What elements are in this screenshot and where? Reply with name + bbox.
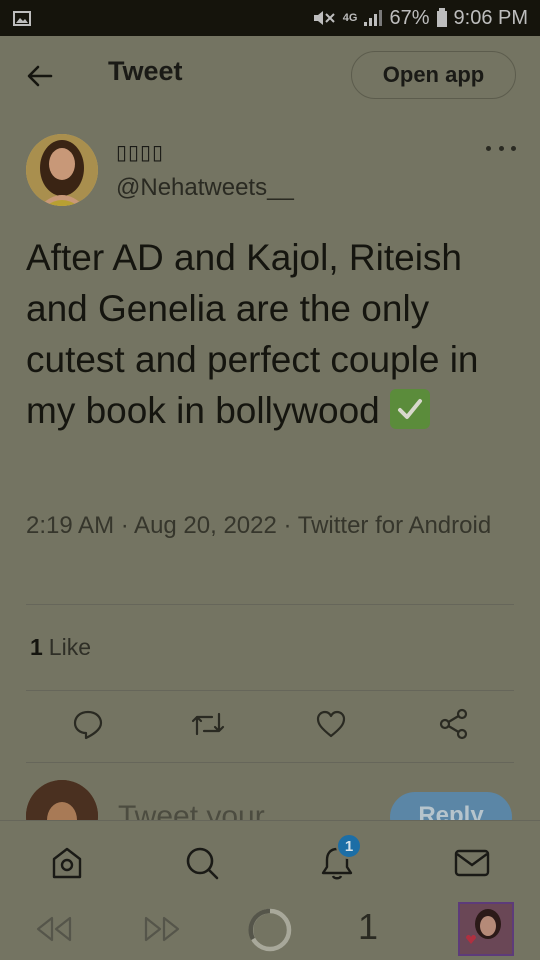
image-notification-icon <box>13 11 31 26</box>
page-title: Tweet <box>108 56 183 86</box>
tab-thumbnail[interactable] <box>458 902 514 956</box>
more-dot-icon <box>511 145 516 151</box>
tab-count[interactable]: 1 <box>358 906 378 948</box>
battery-icon <box>436 8 447 27</box>
author-display-name[interactable]: ▯▯▯▯ <box>116 140 164 165</box>
browser-forward-button[interactable] <box>142 914 182 944</box>
author-handle[interactable]: @Nehatweets__ <box>116 174 294 202</box>
likes-summary[interactable]: 1 Like <box>30 634 91 661</box>
more-options-button[interactable] <box>486 138 516 158</box>
nav-explore[interactable] <box>182 843 222 883</box>
check-mark-emoji-icon <box>390 389 431 429</box>
nav-home[interactable] <box>47 843 87 883</box>
loading-spinner-icon <box>248 908 292 952</box>
mail-icon <box>454 849 490 877</box>
tweet-text: After AD and Kajol, Riteish and Genelia … <box>26 232 522 436</box>
like-action-button[interactable] <box>313 706 349 742</box>
browser-reload-button[interactable] <box>246 906 294 954</box>
rewind-icon <box>36 916 72 942</box>
share-action-button[interactable] <box>436 706 472 742</box>
back-arrow-icon <box>27 65 53 87</box>
divider <box>26 604 514 605</box>
reply-input[interactable]: Tweet your <box>118 800 265 820</box>
user-avatar[interactable] <box>26 780 98 820</box>
clock: 9:06 PM <box>453 6 528 29</box>
reply-action-button[interactable] <box>70 706 106 742</box>
likes-label: Like <box>48 634 91 660</box>
retweet-action-button[interactable] <box>190 706 226 742</box>
browser-back-button[interactable] <box>34 914 74 944</box>
more-dot-icon <box>486 145 491 151</box>
author-avatar[interactable] <box>26 134 98 206</box>
avatar-image <box>26 134 98 206</box>
search-icon <box>186 847 219 880</box>
divider <box>26 690 514 691</box>
status-bar: 4G 67% 9:06 PM <box>0 0 540 36</box>
fast-forward-icon <box>144 916 180 942</box>
tweet-header: Tweet Open app <box>0 36 540 116</box>
nav-messages[interactable] <box>452 843 492 883</box>
tab-preview-image <box>460 904 512 954</box>
back-button[interactable] <box>24 60 56 92</box>
tweet-actions <box>0 706 540 746</box>
bottom-nav: 1 <box>0 820 540 900</box>
tweet-meta: 2:19 AM · Aug 20, 2022 · Twitter for And… <box>26 512 492 539</box>
retweet-icon <box>191 712 225 736</box>
reply-button[interactable]: Reply <box>390 792 512 820</box>
divider <box>26 762 514 763</box>
reply-composer: Tweet your Reply <box>0 770 540 820</box>
signal-icon <box>364 10 383 26</box>
likes-count: 1 <box>30 634 43 660</box>
more-dot-icon <box>498 145 504 151</box>
comment-icon <box>73 710 103 740</box>
open-app-button[interactable]: Open app <box>351 51 516 99</box>
share-icon <box>439 708 468 740</box>
notifications-badge: 1 <box>336 833 362 859</box>
battery-percent: 67% <box>389 6 430 29</box>
network-type: 4G <box>342 12 358 24</box>
mute-icon <box>313 11 335 25</box>
user-avatar-image <box>26 780 98 820</box>
home-icon <box>52 847 82 879</box>
heart-icon <box>316 710 346 738</box>
